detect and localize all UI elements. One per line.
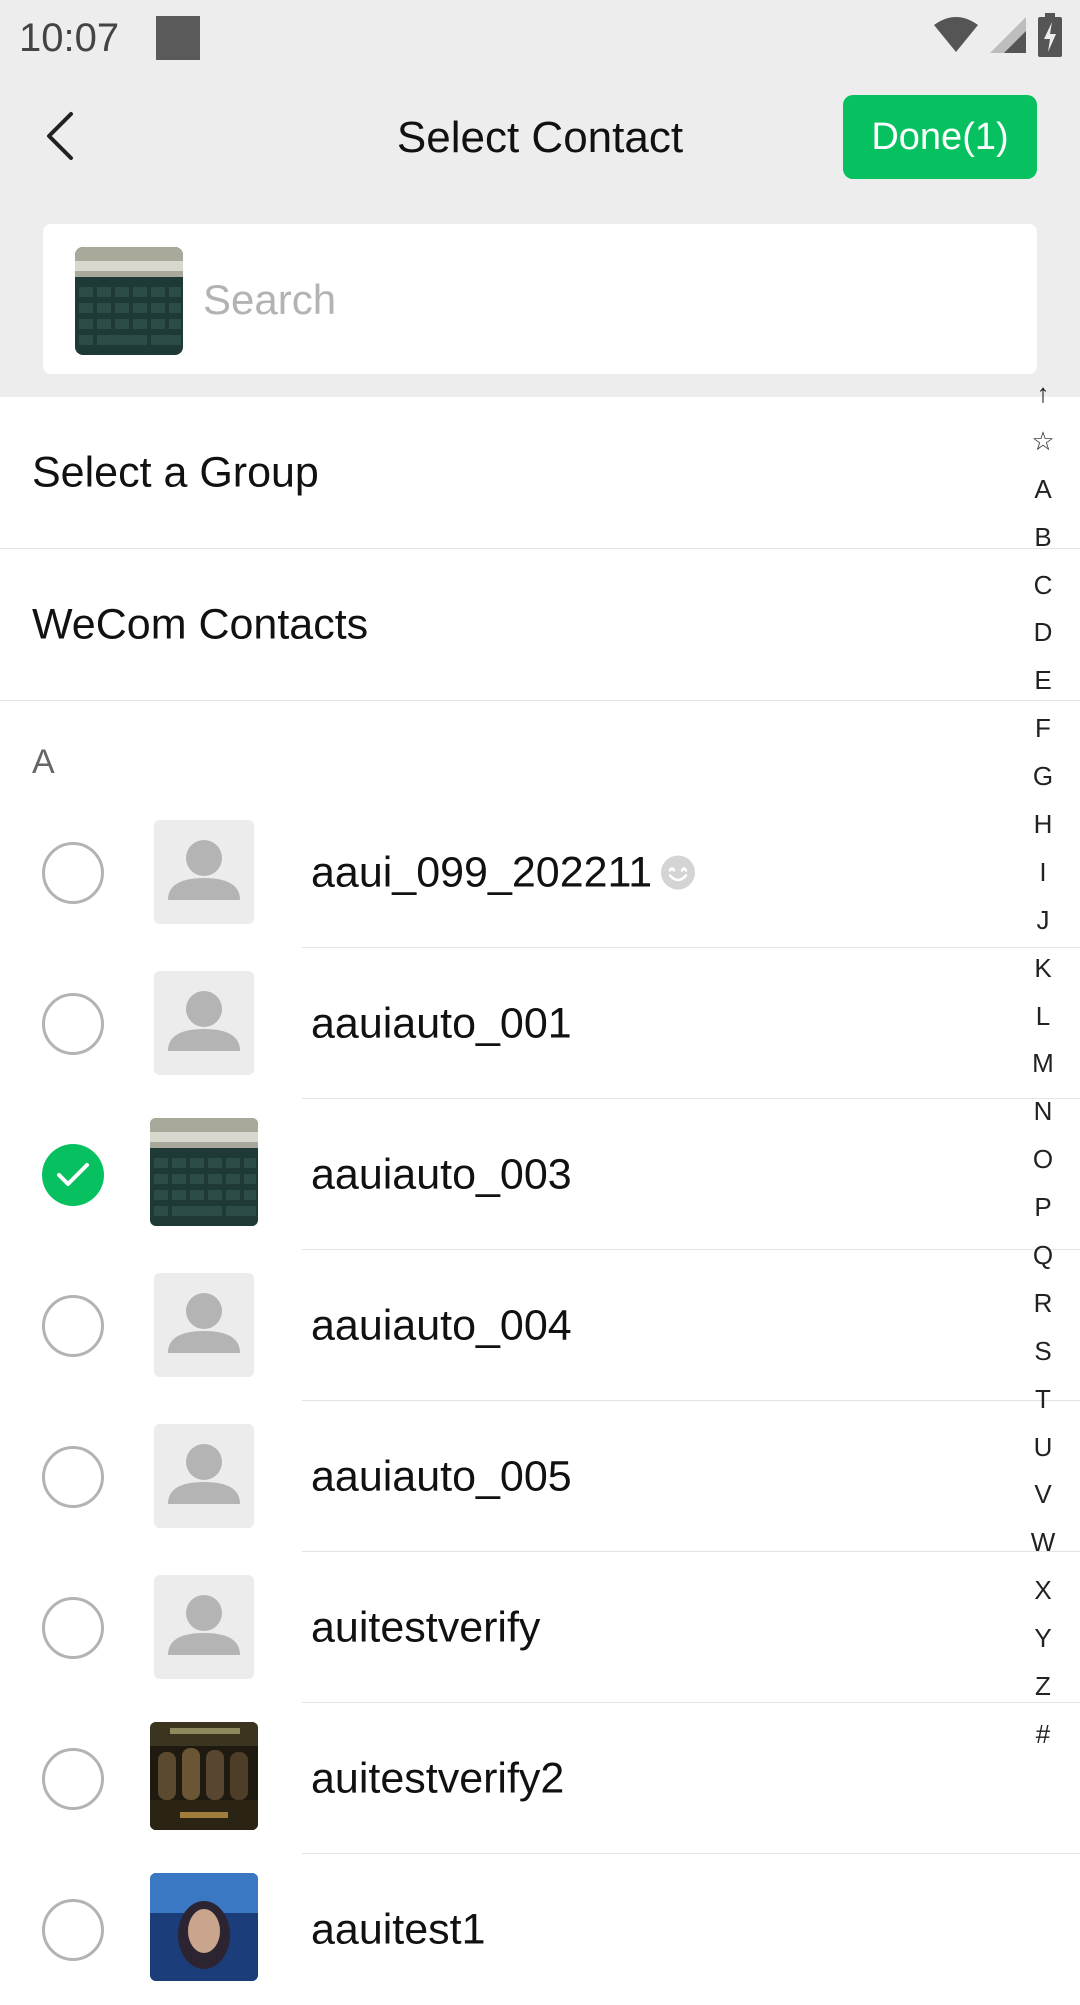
index-item[interactable]: # <box>1018 1711 1068 1759</box>
nav-bar: Select Contact Done(1) <box>0 76 1080 200</box>
contact-name: aauiauto_001 <box>311 999 572 1047</box>
default-avatar-icon <box>154 1424 254 1528</box>
index-item[interactable]: N <box>1018 1088 1068 1136</box>
index-item[interactable]: W <box>1018 1519 1068 1567</box>
index-item[interactable]: Q <box>1018 1232 1068 1280</box>
contact-name: auitestverify2 <box>311 1754 565 1802</box>
index-item[interactable]: O <box>1018 1136 1068 1184</box>
contact-photo-avatar <box>150 1118 258 1226</box>
checkmark-icon <box>57 1163 89 1186</box>
selected-contact-avatar[interactable] <box>75 247 183 355</box>
alphabet-index-bar[interactable]: ↑ ☆ A B C D E F G H I J K L M N O P Q R … <box>1018 370 1068 1759</box>
contact-checkbox[interactable] <box>42 1748 104 1810</box>
contact-name: auitestverify <box>311 1603 541 1651</box>
index-item[interactable]: A <box>1018 466 1068 514</box>
default-avatar-icon <box>154 820 254 924</box>
index-item[interactable]: Y <box>1018 1615 1068 1663</box>
contact-row[interactable]: aauitest1 <box>0 1854 1080 2005</box>
search-box[interactable] <box>43 224 1037 374</box>
index-item[interactable]: K <box>1018 945 1068 993</box>
wifi-icon <box>934 16 978 58</box>
contact-name: aauiauto_005 <box>311 1452 572 1500</box>
select-group-label: Select a Group <box>32 448 319 496</box>
index-item[interactable]: U <box>1018 1424 1068 1472</box>
contact-row[interactable]: aauiauto_003 <box>0 1099 1080 1250</box>
contact-photo-avatar <box>150 1722 258 1830</box>
search-input[interactable] <box>203 272 963 328</box>
contact-name: aauiauto_003 <box>311 1150 572 1198</box>
contact-row[interactable]: auitestverify2 <box>0 1703 1080 1854</box>
contact-checkbox[interactable] <box>42 1597 104 1659</box>
status-icons <box>934 12 1062 62</box>
wecom-contacts-label: WeCom Contacts <box>32 600 369 648</box>
contact-checkbox[interactable] <box>42 1446 104 1508</box>
contact-checkbox-checked[interactable] <box>42 1144 104 1206</box>
status-bar: 10:07 <box>0 0 1080 76</box>
contact-checkbox[interactable] <box>42 1295 104 1357</box>
index-item[interactable]: L <box>1018 993 1068 1041</box>
contact-list: Select a Group WeCom Contacts A aaui_099… <box>0 378 1080 1981</box>
battery-icon <box>1038 12 1062 62</box>
index-item[interactable]: ↑ <box>1018 370 1068 418</box>
contact-checkbox[interactable] <box>42 993 104 1055</box>
index-item[interactable]: T <box>1018 1376 1068 1424</box>
index-item[interactable]: S <box>1018 1328 1068 1376</box>
index-item[interactable]: J <box>1018 897 1068 945</box>
contact-checkbox[interactable] <box>42 1899 104 1961</box>
index-item[interactable]: ☆ <box>1018 418 1068 466</box>
contact-name: aauiauto_004 <box>311 1301 572 1349</box>
contact-name: aaui_099_202211 <box>311 848 653 896</box>
section-header-a: A <box>32 743 55 781</box>
contact-checkbox[interactable] <box>42 842 104 904</box>
signal-icon <box>990 16 1026 58</box>
contact-photo-avatar <box>150 1873 258 1981</box>
default-avatar-icon <box>154 1273 254 1377</box>
index-item[interactable]: B <box>1018 514 1068 562</box>
default-avatar-icon <box>154 1575 254 1679</box>
contact-row[interactable]: aauiauto_001 <box>0 948 1080 1099</box>
contact-row[interactable]: aauiauto_004 <box>0 1250 1080 1401</box>
smiley-emoji-icon <box>660 855 696 891</box>
index-item[interactable]: I <box>1018 849 1068 897</box>
contact-row[interactable]: aaui_099_202211 <box>0 797 1080 948</box>
index-item[interactable]: C <box>1018 562 1068 610</box>
header-area: 10:07 Select Contact Done(1) Search <box>0 0 1080 397</box>
index-item[interactable]: Z <box>1018 1663 1068 1711</box>
index-item[interactable]: X <box>1018 1567 1068 1615</box>
notification-icon <box>156 16 200 60</box>
contact-name-wrapper: aaui_099_202211 <box>311 848 696 897</box>
select-group-item[interactable]: Select a Group <box>0 397 1080 548</box>
contact-row[interactable]: auitestverify <box>0 1552 1080 1703</box>
index-item[interactable]: G <box>1018 753 1068 801</box>
index-item[interactable]: M <box>1018 1040 1068 1088</box>
index-item[interactable]: V <box>1018 1471 1068 1519</box>
index-item[interactable]: P <box>1018 1184 1068 1232</box>
index-item[interactable]: E <box>1018 657 1068 705</box>
index-item[interactable]: H <box>1018 801 1068 849</box>
status-time: 10:07 <box>19 16 120 60</box>
index-item[interactable]: R <box>1018 1280 1068 1328</box>
done-button[interactable]: Done(1) <box>843 95 1037 179</box>
index-item[interactable]: D <box>1018 609 1068 657</box>
divider <box>0 700 1080 701</box>
index-item[interactable]: F <box>1018 705 1068 753</box>
wecom-contacts-item[interactable]: WeCom Contacts <box>0 549 1080 700</box>
contact-name: aauitest1 <box>311 1905 486 1953</box>
contact-row[interactable]: aauiauto_005 <box>0 1401 1080 1552</box>
default-avatar-icon <box>154 971 254 1075</box>
